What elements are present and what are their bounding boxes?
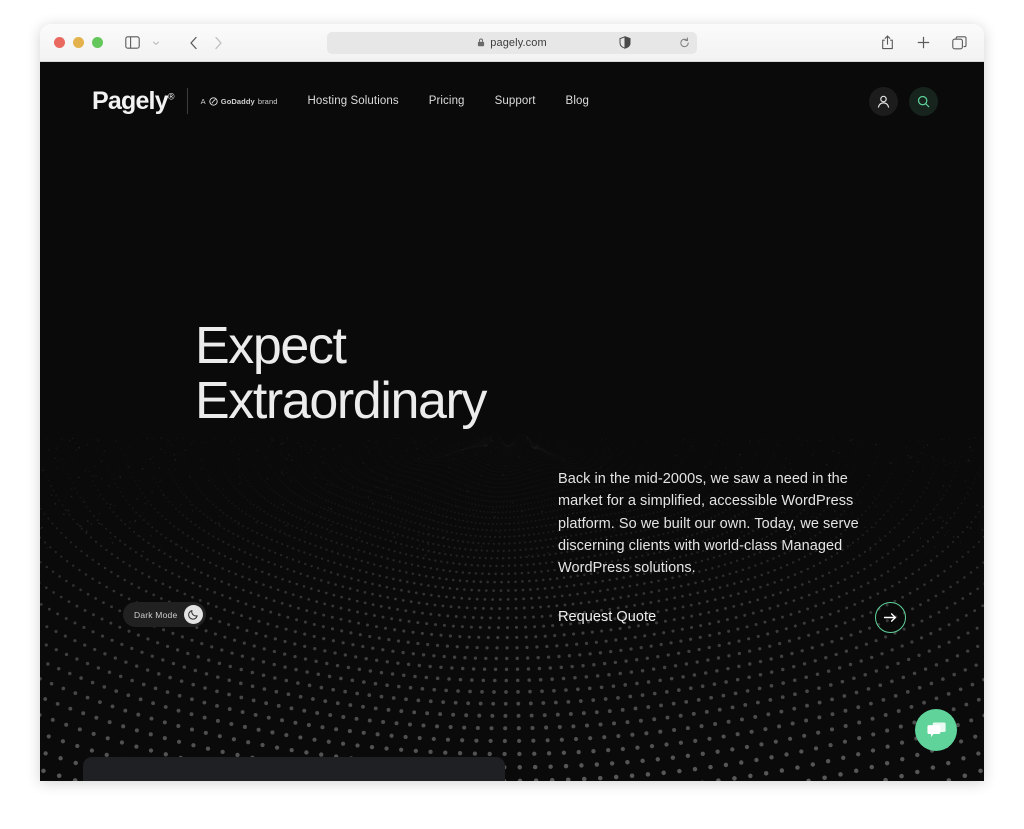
maximize-window-button[interactable]: [92, 37, 103, 48]
page-viewport: Pagely® A GoDaddy brand Hosting Solution…: [40, 62, 984, 781]
dark-mode-toggle[interactable]: Dark Mode: [123, 602, 206, 627]
screenshot-root: pagely.com Pagely® A GoDaddy brand Hosti…: [0, 0, 1024, 829]
godaddy-tagline: A GoDaddy brand: [201, 97, 278, 106]
hero-title: Expect Extraordinary: [195, 319, 486, 429]
close-window-button[interactable]: [54, 37, 65, 48]
browser-nav-controls: [121, 32, 229, 54]
minimize-window-button[interactable]: [73, 37, 84, 48]
privacy-shield-icon[interactable]: [619, 36, 631, 49]
godaddy-tagline-brand: GoDaddy: [221, 97, 255, 106]
pagely-wordmark: Pagely®: [92, 89, 174, 114]
dot-wave-background: [40, 62, 984, 781]
search-icon[interactable]: [909, 87, 938, 116]
moon-icon: [184, 605, 203, 624]
nav-item-blog[interactable]: Blog: [566, 95, 589, 107]
user-account-icon[interactable]: [869, 87, 898, 116]
request-quote-link[interactable]: Request Quote: [558, 609, 656, 625]
nav-item-pricing[interactable]: Pricing: [429, 95, 465, 107]
browser-toolbar-actions: [876, 32, 970, 54]
nav-item-hosting-solutions[interactable]: Hosting Solutions: [308, 95, 399, 107]
arrow-right-icon[interactable]: [875, 602, 906, 633]
registered-mark: ®: [168, 91, 174, 101]
chat-bubble-icon[interactable]: [915, 709, 957, 751]
brand-divider: [187, 88, 188, 114]
dark-mode-toggle-label: Dark Mode: [134, 610, 177, 620]
hero-paragraph: Back in the mid-2000s, we saw a need in …: [558, 468, 888, 580]
browser-toolbar: pagely.com: [40, 24, 984, 62]
godaddy-tagline-prefix: A: [201, 97, 206, 106]
main-navigation: Hosting Solutions Pricing Support Blog: [308, 95, 589, 107]
hero-cta-row: Request Quote: [558, 602, 906, 633]
window-controls: [54, 37, 103, 48]
share-icon[interactable]: [876, 32, 898, 54]
sidebar-toggle-icon[interactable]: [121, 32, 143, 54]
background-vignette: [40, 62, 984, 781]
pagely-wordmark-text: Pagely: [92, 87, 168, 115]
reload-icon[interactable]: [679, 37, 690, 48]
chevron-down-icon[interactable]: [145, 32, 167, 54]
nav-item-support[interactable]: Support: [495, 95, 536, 107]
address-bar[interactable]: pagely.com: [327, 32, 697, 54]
address-bar-url: pagely.com: [490, 37, 546, 49]
plus-icon[interactable]: [912, 32, 934, 54]
godaddy-tagline-suffix: brand: [258, 97, 278, 106]
tab-overview-icon[interactable]: [948, 32, 970, 54]
site-header: Pagely® A GoDaddy brand Hosting Solution…: [40, 62, 984, 140]
header-actions: [869, 87, 938, 116]
hero-copy-block: Back in the mid-2000s, we saw a need in …: [558, 468, 888, 633]
godaddy-logo-icon: [209, 97, 218, 106]
lock-icon: [477, 38, 485, 47]
back-arrow-icon[interactable]: [183, 32, 205, 54]
next-section-card: [83, 757, 505, 781]
browser-window: pagely.com Pagely® A GoDaddy brand Hosti…: [40, 24, 984, 781]
forward-arrow-icon[interactable]: [207, 32, 229, 54]
brand-logo[interactable]: Pagely® A GoDaddy brand: [92, 88, 278, 114]
